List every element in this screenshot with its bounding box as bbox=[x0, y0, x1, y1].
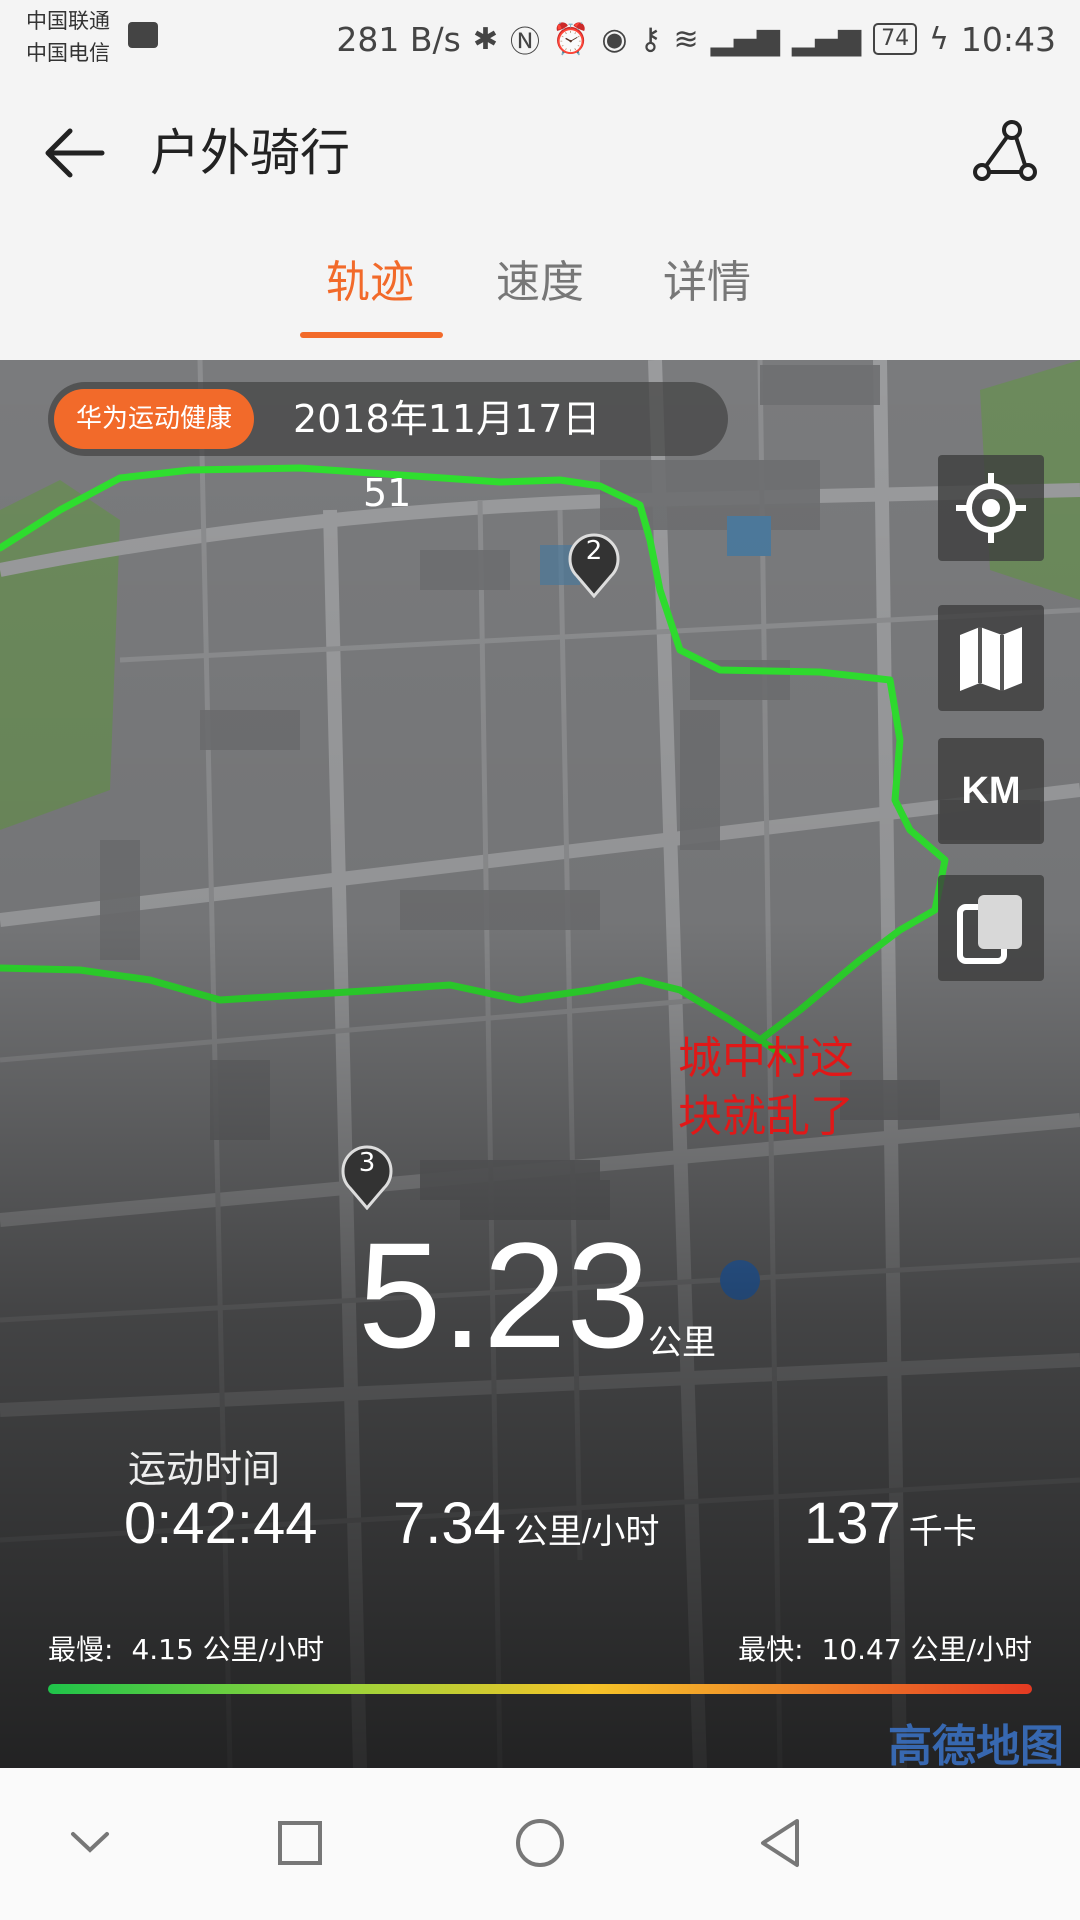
calories-unit: 千卡 bbox=[908, 1513, 977, 1551]
wifi-icon: ≋ bbox=[673, 21, 699, 57]
record-time-suffix: 51 bbox=[363, 471, 412, 515]
copy-button[interactable] bbox=[938, 875, 1044, 981]
fastest-label: 最快: bbox=[738, 1633, 804, 1666]
source-badge: 华为运动健康 bbox=[54, 389, 255, 449]
calories-stat: 137 千卡 bbox=[804, 1490, 977, 1557]
unit-toggle-button[interactable]: KM bbox=[938, 738, 1044, 844]
route-share-icon[interactable] bbox=[970, 116, 1040, 186]
fastest-value: 10.47 公里/小时 bbox=[821, 1633, 1033, 1666]
map-layer-button[interactable] bbox=[938, 605, 1044, 711]
signal-3g-icon: ▂▄▆ bbox=[710, 21, 780, 57]
distance-value: 5.23 bbox=[358, 1211, 650, 1379]
map-view[interactable]: 华为运动健康 2018年11月17日 51 KM 2 3 城中村这 块就乱了 5… bbox=[0, 360, 1080, 1768]
duration-stat: 0:42:44 bbox=[124, 1490, 318, 1557]
slowest-speed: 最慢: 4.15 公里/小时 bbox=[48, 1628, 324, 1668]
clock: 10:43 bbox=[960, 19, 1056, 59]
speed-gradient-bar bbox=[48, 1684, 1032, 1694]
system-nav-bar bbox=[0, 1768, 1080, 1920]
map-layer-icon bbox=[960, 627, 1022, 691]
handwritten-annotation: 城中村这 块就乱了 bbox=[678, 1033, 854, 1142]
record-source-pill: 华为运动健康 2018年11月17日 51 bbox=[48, 382, 728, 515]
nav-back-icon[interactable] bbox=[745, 1808, 815, 1878]
carrier-1: 中国联通 bbox=[26, 9, 110, 33]
nfc-icon: Ⓝ bbox=[509, 25, 540, 60]
map-provider-watermark: 高德地图 bbox=[888, 1721, 1064, 1768]
track-marker-2[interactable]: 2 bbox=[565, 528, 623, 599]
calories-value: 137 bbox=[804, 1491, 901, 1556]
tab-speed[interactable]: 速度 bbox=[455, 248, 625, 318]
nav-recents-icon[interactable] bbox=[265, 1808, 335, 1878]
key-icon: ⚷ bbox=[639, 21, 662, 57]
locate-icon bbox=[956, 473, 1026, 543]
distance-unit: 公里 bbox=[648, 1323, 716, 1363]
avg-speed-value: 7.34 bbox=[393, 1491, 506, 1556]
net-speed: 281 B/s bbox=[336, 19, 461, 59]
status-bar: 中国联通 中国电信 281 B/s ✱ Ⓝ ⏰ ◉ ⚷ ≋ ▂▄▆ ▂▄▆ 74… bbox=[0, 0, 1080, 78]
back-arrow-icon[interactable] bbox=[40, 118, 110, 188]
charging-icon: ϟ bbox=[929, 21, 949, 57]
track-marker-3[interactable]: 3 bbox=[338, 1140, 396, 1211]
fastest-speed: 最快: 10.47 公里/小时 bbox=[738, 1628, 1032, 1668]
tab-details[interactable]: 详情 bbox=[622, 248, 792, 318]
locate-button[interactable] bbox=[938, 455, 1044, 561]
activity-icon bbox=[128, 22, 158, 48]
signal-4g-icon: ▂▄▆ bbox=[791, 21, 862, 57]
slowest-label: 最慢: bbox=[48, 1633, 114, 1666]
avg-speed-stat: 7.34 公里/小时 bbox=[393, 1490, 659, 1557]
active-tab-indicator bbox=[300, 332, 443, 338]
battery-icon: 74 bbox=[873, 23, 918, 55]
tab-bar: 轨迹 速度 详情 bbox=[0, 248, 1080, 360]
duration-label: 运动时间 bbox=[128, 1447, 281, 1491]
record-date: 2018年11月17日 bbox=[293, 397, 601, 441]
alarm-icon: ⏰ bbox=[551, 21, 590, 57]
bluetooth-icon: ✱ bbox=[472, 21, 498, 57]
tab-track[interactable]: 轨迹 bbox=[285, 248, 455, 318]
app-header: 户外骑行 轨迹 速度 详情 bbox=[0, 78, 1080, 360]
nav-home-icon[interactable] bbox=[505, 1808, 575, 1878]
copy-icon bbox=[957, 895, 1022, 964]
duration-value: 0:42:44 bbox=[124, 1491, 318, 1556]
status-icons: 281 B/s ✱ Ⓝ ⏰ ◉ ⚷ ≋ ▂▄▆ ▂▄▆ 74 ϟ 10:43 bbox=[336, 14, 1056, 64]
page-title: 户外骑行 bbox=[150, 124, 350, 182]
avg-speed-unit: 公里/小时 bbox=[513, 1513, 660, 1551]
slowest-value: 4.15 公里/小时 bbox=[131, 1633, 325, 1666]
eye-icon: ◉ bbox=[601, 21, 628, 57]
unit-toggle-label: KM bbox=[961, 770, 1021, 812]
nav-hide-icon[interactable] bbox=[55, 1808, 125, 1878]
carrier-2: 中国电信 bbox=[26, 41, 110, 65]
